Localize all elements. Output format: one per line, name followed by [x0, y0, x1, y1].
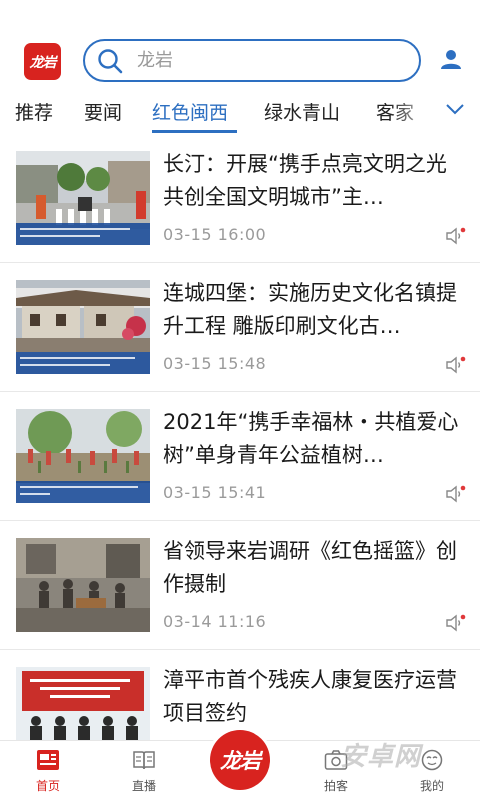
tab-recommend[interactable]: 推荐	[15, 98, 53, 125]
watermark: 安卓网	[340, 742, 422, 772]
app-header: 龙岩	[0, 0, 480, 90]
center-logo-button[interactable]: 龙岩	[207, 727, 273, 793]
search-input[interactable]	[137, 50, 387, 71]
news-item[interactable]: 连城四堡：实施历史文化名镇提升工程 雕版印刷文化古… 03-15 15:48	[0, 263, 480, 392]
search-icon	[98, 48, 123, 73]
speaker-icon[interactable]	[446, 227, 466, 245]
tab-headlines[interactable]: 要闻	[84, 98, 122, 125]
news-thumbnail	[16, 538, 150, 632]
chevron-down-icon[interactable]	[442, 96, 468, 122]
news-item[interactable]: 省领导来岩调研《红色摇篮》创作摄制 03-14 11:16	[0, 521, 480, 650]
center-logo-text: 龙岩	[210, 730, 270, 790]
news-time: 03-15 15:41	[163, 483, 267, 502]
news-icon	[37, 750, 59, 770]
tab-green-mountains[interactable]: 绿水青山	[264, 98, 340, 125]
news-time: 03-15 15:48	[163, 354, 267, 373]
speaker-icon[interactable]	[446, 485, 466, 503]
search-bar[interactable]	[83, 39, 421, 82]
nav-shoot-label: 拍客	[323, 779, 348, 793]
app-logo[interactable]: 龙岩	[24, 43, 61, 80]
profile-icon	[421, 749, 443, 771]
book-icon	[133, 751, 155, 770]
nav-live[interactable]: 直播	[109, 741, 179, 800]
news-title[interactable]: 漳平市首个残疾人康复医疗运营项目签约	[163, 664, 463, 730]
speaker-icon[interactable]	[446, 614, 466, 632]
nav-home-label: 首页	[35, 779, 60, 793]
news-time: 03-15 16:00	[163, 225, 267, 244]
news-title[interactable]: 长汀：开展“携手点亮文明之光 共创全国文明城市”主…	[163, 148, 463, 214]
news-item[interactable]: 长汀：开展“携手点亮文明之光 共创全国文明城市”主… 03-15 16:00	[0, 134, 480, 263]
category-tabs: 推荐 要闻 红色闽西 绿水青山 客家	[0, 90, 480, 134]
news-thumbnail	[16, 151, 150, 245]
news-title[interactable]: 2021年“携手幸福林・共植爱心树”单身青年公益植树…	[163, 406, 463, 472]
nav-mine-label: 我的	[419, 779, 444, 793]
nav-home[interactable]: 首页	[13, 741, 83, 800]
active-tab-indicator	[152, 130, 237, 133]
nav-live-label: 直播	[131, 779, 156, 793]
speaker-icon[interactable]	[446, 356, 466, 374]
news-item[interactable]: 2021年“携手幸福林・共植爱心树”单身青年公益植树… 03-15 15:41	[0, 392, 480, 521]
news-thumbnail	[16, 280, 150, 374]
news-title[interactable]: 省领导来岩调研《红色摇篮》创作摄制	[163, 535, 463, 601]
tabs-fade	[390, 90, 440, 134]
news-thumbnail	[16, 409, 150, 503]
news-time: 03-14 11:16	[163, 612, 267, 631]
tab-red-minxi[interactable]: 红色闽西	[152, 98, 228, 125]
user-icon[interactable]	[440, 48, 462, 70]
news-title[interactable]: 连城四堡：实施历史文化名镇提升工程 雕版印刷文化古…	[163, 277, 463, 343]
